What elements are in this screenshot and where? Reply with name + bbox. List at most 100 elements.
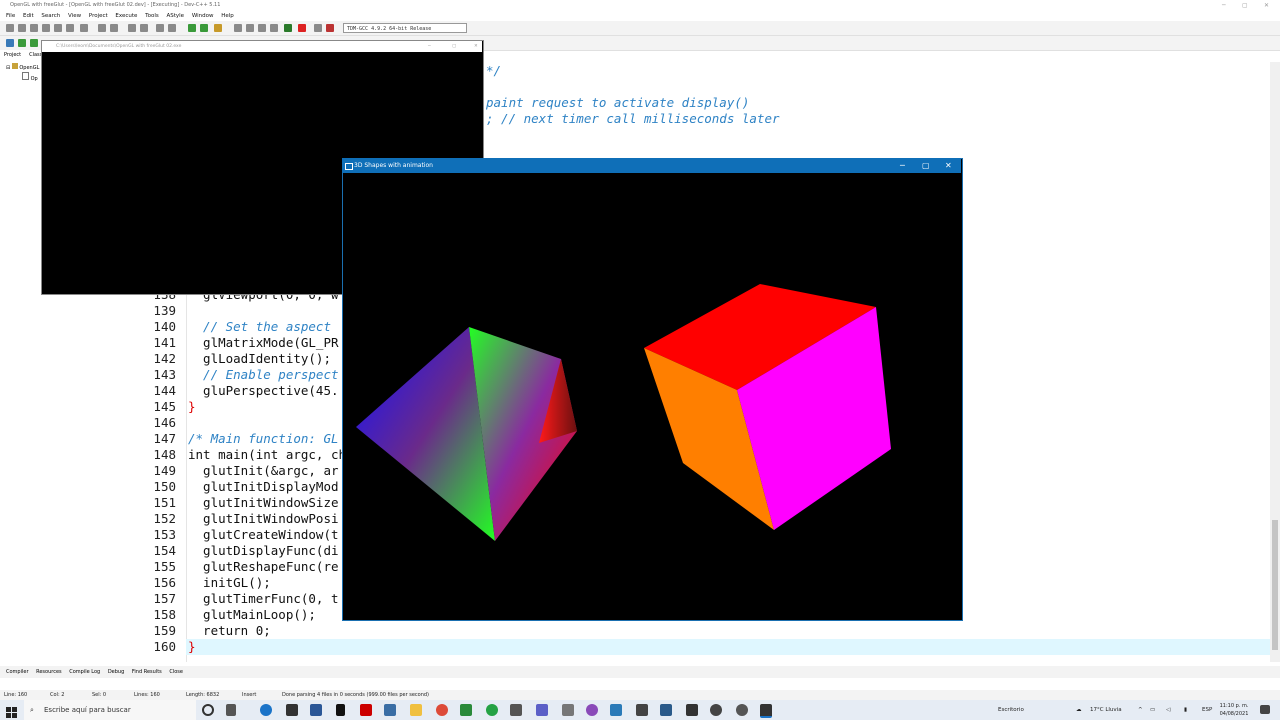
code-line[interactable]: glutInit(&argc, ar xyxy=(188,463,338,478)
chrome-icon[interactable] xyxy=(436,704,448,716)
app-icon[interactable] xyxy=(686,704,698,716)
bookmark-icon[interactable] xyxy=(200,24,208,32)
tab-close[interactable]: Close xyxy=(169,666,183,678)
code-line[interactable]: // Enable perspect xyxy=(188,367,338,382)
taskbar-search-box[interactable]: ⌕ Escribe aquí para buscar xyxy=(24,700,196,720)
code-line[interactable]: glutTimerFunc(0, t xyxy=(188,591,338,606)
add-to-project-icon[interactable] xyxy=(168,24,176,32)
tab-compile-log[interactable]: Compile Log xyxy=(69,666,100,678)
minimize-icon[interactable]: ─ xyxy=(428,41,431,52)
maximize-icon[interactable]: ▢ xyxy=(1242,0,1248,11)
scrollbar-thumb[interactable] xyxy=(1272,520,1278,650)
maximize-icon[interactable]: ▢ xyxy=(922,158,930,173)
tab-project[interactable]: Project xyxy=(0,52,25,58)
menu-search[interactable]: Search xyxy=(41,11,60,21)
compiler-select[interactable]: TDM-GCC 4.9.2 64-bit Release xyxy=(343,23,467,33)
rebuild-icon[interactable] xyxy=(270,24,278,32)
network-icon[interactable]: ▭ xyxy=(1150,700,1155,720)
close-icon[interactable]: ✕ xyxy=(945,158,952,173)
menu-tools[interactable]: Tools xyxy=(145,11,159,21)
code-line[interactable]: int main(int argc, ch xyxy=(188,447,346,462)
close-icon[interactable]: ✕ xyxy=(474,41,478,52)
stop-icon[interactable] xyxy=(298,24,306,32)
app-icon[interactable] xyxy=(660,704,672,716)
menu-window[interactable]: Window xyxy=(192,11,214,21)
tab-compiler[interactable]: Compiler xyxy=(6,666,29,678)
teams-icon[interactable] xyxy=(536,704,548,716)
app-icon[interactable] xyxy=(562,704,574,716)
tab-find-results[interactable]: Find Results xyxy=(132,666,162,678)
close-all-icon[interactable] xyxy=(66,24,74,32)
open-file-icon[interactable] xyxy=(18,24,26,32)
class-browser-icon[interactable] xyxy=(214,24,222,32)
app-icon[interactable] xyxy=(636,704,648,716)
code-line[interactable]: glutDisplayFunc(di xyxy=(188,543,338,558)
tray-chevron-icon[interactable]: ^ xyxy=(1138,700,1143,720)
menu-execute[interactable]: Execute xyxy=(115,11,137,21)
start-button[interactable] xyxy=(6,704,18,718)
store-icon[interactable] xyxy=(286,704,298,716)
app-icon[interactable] xyxy=(610,704,622,716)
undo-icon[interactable] xyxy=(98,24,106,32)
code-line[interactable]: glutMainLoop(); xyxy=(188,607,316,622)
redo-icon[interactable] xyxy=(110,24,118,32)
settings-icon[interactable] xyxy=(736,704,748,716)
menu-help[interactable]: Help xyxy=(221,11,234,21)
app-icon[interactable] xyxy=(710,704,722,716)
desktop-label[interactable]: Escritorio xyxy=(998,700,1024,720)
indent-icon[interactable] xyxy=(6,39,14,47)
profile-icon[interactable] xyxy=(326,24,334,32)
compile-run-icon[interactable] xyxy=(258,24,266,32)
find-icon[interactable] xyxy=(128,24,136,32)
word-icon[interactable] xyxy=(310,704,322,716)
replace-icon[interactable] xyxy=(140,24,148,32)
save-icon[interactable] xyxy=(30,24,38,32)
notifications-icon[interactable] xyxy=(1260,705,1270,714)
code-line[interactable]: glLoadIdentity(); xyxy=(188,351,331,366)
menu-astyle[interactable]: AStyle xyxy=(166,11,184,21)
app-icon[interactable] xyxy=(384,704,396,716)
menu-project[interactable]: Project xyxy=(89,11,108,21)
code-line[interactable]: // Set the aspect xyxy=(188,319,331,334)
close-icon[interactable]: ✕ xyxy=(1264,0,1269,11)
code-line[interactable]: glMatrixMode(GL_PR xyxy=(188,335,338,350)
code-line[interactable]: glutReshapeFunc(re xyxy=(188,559,338,574)
maximize-icon[interactable]: ▢ xyxy=(452,41,456,52)
close-file-icon[interactable] xyxy=(54,24,62,32)
code-line[interactable]: glutCreateWindow(t xyxy=(188,527,338,542)
file-icon[interactable] xyxy=(336,704,345,716)
edge-icon[interactable] xyxy=(260,704,272,716)
language-indicator[interactable]: ESP xyxy=(1202,700,1212,720)
clock[interactable]: 11:10 p. m. 04/08/2021 xyxy=(1216,702,1252,718)
whatsapp-icon[interactable] xyxy=(486,704,498,716)
code-line[interactable]: return 0; xyxy=(188,623,271,638)
tree-item-file[interactable]: Op xyxy=(22,72,38,82)
media-icon[interactable] xyxy=(360,704,372,716)
weather-text[interactable]: 17°C Lluvia xyxy=(1090,700,1122,720)
minimize-icon[interactable]: ─ xyxy=(900,158,905,173)
chart-icon[interactable] xyxy=(314,24,322,32)
save-all-icon[interactable] xyxy=(42,24,50,32)
code-line[interactable]: /* Main function: GL xyxy=(188,431,339,446)
goto-icon[interactable] xyxy=(188,24,196,32)
code-line[interactable]: glutInitDisplayMod xyxy=(188,479,338,494)
run-icon[interactable] xyxy=(246,24,254,32)
battery-icon[interactable]: ▮ xyxy=(1184,700,1187,720)
folder-icon[interactable] xyxy=(410,704,422,716)
tab-debug[interactable]: Debug xyxy=(108,666,124,678)
volume-icon[interactable]: ◁ xyxy=(1166,700,1170,720)
devcpp-icon[interactable] xyxy=(760,704,772,718)
code-line[interactable]: initGL(); xyxy=(188,575,271,590)
new-file-icon[interactable] xyxy=(6,24,14,32)
code-line[interactable]: } xyxy=(188,399,196,414)
check-icon[interactable] xyxy=(284,24,292,32)
tab-resources[interactable]: Resources xyxy=(36,666,62,678)
minimize-icon[interactable]: ─ xyxy=(1222,0,1226,11)
menu-edit[interactable]: Edit xyxy=(23,11,34,21)
new-project-icon[interactable] xyxy=(156,24,164,32)
tree-item-project[interactable]: ⊟ OpenGL xyxy=(6,63,39,71)
code-line[interactable]: glutInitWindowSize xyxy=(188,495,338,510)
weather-icon[interactable]: ☁ xyxy=(1076,700,1082,720)
menu-view[interactable]: View xyxy=(68,11,81,21)
unindent-icon[interactable] xyxy=(18,39,26,47)
